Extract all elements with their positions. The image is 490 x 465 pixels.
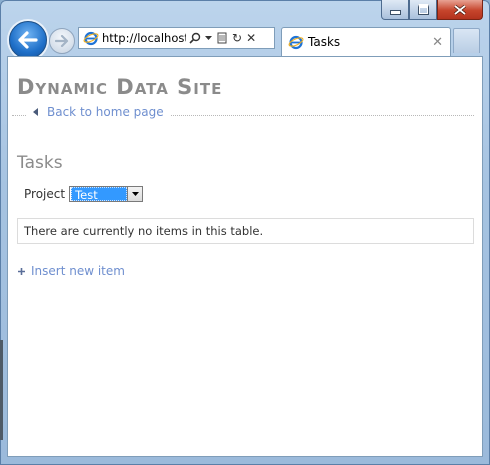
chevron-down-icon[interactable] [127,187,143,201]
maximize-button[interactable] [409,0,437,20]
page-title: Tasks [17,153,63,173]
minimize-icon [389,10,401,15]
tab-title: Tasks [308,35,341,49]
back-to-home-link[interactable]: Back to home page [27,105,170,119]
back-link-label[interactable]: Back to home page [47,105,164,119]
browser-window: http://localhost: ↻ ✕ Tasks ✕ Dynamic Da… [0,0,490,465]
dropdown-arrow-icon[interactable] [205,35,212,41]
filter-label: Project [24,187,66,201]
project-filter: Project Test Name [24,186,144,216]
page-content: Dynamic Data Site Back to home page Task… [7,56,483,457]
chevron-left-icon [33,108,38,116]
insert-link-label[interactable]: Insert new item [31,264,125,278]
minimize-button[interactable] [381,0,409,20]
compatibility-icon[interactable] [216,32,228,44]
close-window-button[interactable] [437,0,483,20]
project-select[interactable]: Test Name [69,186,144,216]
new-tab-button[interactable] [453,28,480,53]
tab-tasks[interactable]: Tasks ✕ [281,27,451,56]
refresh-icon[interactable]: ↻ [232,31,242,45]
plus-icon [18,267,25,275]
empty-table-message: There are currently no items in this tab… [17,218,474,244]
address-url[interactable]: http://localhost: [102,31,186,45]
maximize-icon [417,4,429,15]
caption-buttons [381,0,483,20]
close-icon [454,4,466,15]
window-edge [0,340,3,440]
site-title: Dynamic Data Site [17,75,223,99]
forward-button[interactable] [49,28,75,54]
back-button[interactable] [9,21,47,59]
tab-close-button[interactable]: ✕ [432,35,443,50]
address-bar[interactable]: http://localhost: ↻ ✕ [78,27,275,49]
forward-arrow-icon [55,35,69,47]
ie-icon [83,31,99,46]
stop-icon[interactable]: ✕ [246,31,256,45]
project-select-value[interactable]: Test Name [71,187,128,216]
ie-icon [288,35,304,50]
breadcrumb: Back to home page [12,103,474,119]
insert-new-item-link[interactable]: Insert new item [18,264,125,278]
search-icon[interactable] [189,32,201,44]
empty-message-text: There are currently no items in this tab… [24,224,264,238]
address-tools: ↻ ✕ [189,31,256,45]
back-arrow-icon [18,31,38,49]
